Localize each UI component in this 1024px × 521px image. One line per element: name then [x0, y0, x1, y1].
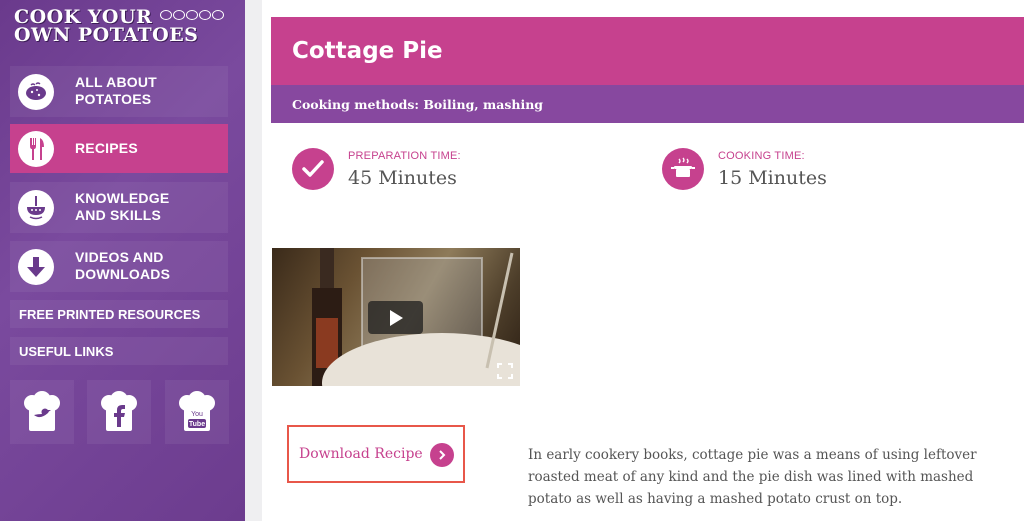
nav-label: RECIPES [75, 140, 138, 156]
nav-label: VIDEOS AND DOWNLOADS [75, 249, 171, 282]
page-title: Cottage Pie [292, 38, 443, 64]
recipe-header: Cottage Pie [271, 17, 1024, 85]
recipe-video[interactable] [272, 248, 520, 386]
fullscreen-icon[interactable] [496, 362, 514, 380]
sidebar: COOK YOUR OWN POTATOES ALL ABOUT POTATOES… [0, 0, 245, 521]
svg-text:You: You [191, 411, 203, 418]
nav-all-about-potatoes[interactable]: ALL ABOUT POTATOES [10, 66, 228, 117]
recipe-description: In early cookery books, cottage pie was … [528, 447, 977, 507]
youtube-link[interactable]: You Tube [165, 380, 229, 444]
checkmark-icon [292, 148, 334, 190]
play-button[interactable] [368, 301, 423, 334]
cooking-pot-icon [662, 148, 704, 190]
nav-recipes[interactable]: RECIPES [10, 124, 228, 173]
svg-text:Tube: Tube [189, 421, 205, 428]
nav-label: KNOWLEDGE AND SKILLS [75, 190, 170, 223]
masher-icon [18, 189, 54, 226]
logo-potatoes-icon [160, 10, 224, 20]
download-recipe-label: Download Recipe [299, 446, 423, 462]
nav-free-printed-resources[interactable]: FREE PRINTED RESOURCES [10, 300, 228, 328]
cutlery-icon [18, 130, 54, 167]
cooking-methods-bar: Cooking methods: Boiling, mashing [271, 85, 1024, 123]
chevron-right-icon [430, 443, 454, 467]
potato-icon [18, 73, 54, 110]
play-icon [389, 309, 403, 326]
download-recipe-button[interactable]: Download Recipe [287, 425, 465, 483]
facebook-icon [101, 391, 137, 431]
prep-time-label: PREPARATION TIME: [348, 150, 461, 162]
cook-time-label: COOKING TIME: [718, 150, 805, 162]
nav-useful-links[interactable]: USEFUL LINKS [10, 337, 228, 365]
logo-line2: OWN POTATOES [14, 24, 199, 46]
nav-label: ALL ABOUT POTATOES [75, 74, 157, 107]
twitter-link[interactable] [10, 380, 74, 444]
youtube-icon: You Tube [179, 391, 215, 431]
prep-time-value: 45 Minutes [348, 167, 457, 189]
site-logo[interactable]: COOK YOUR OWN POTATOES [14, 8, 234, 48]
nav-videos-and-downloads[interactable]: VIDEOS AND DOWNLOADS [10, 241, 228, 292]
twitter-icon [24, 391, 60, 431]
cooking-methods: Cooking methods: Boiling, mashing [292, 97, 544, 112]
download-arrow-icon [18, 248, 54, 285]
facebook-link[interactable] [87, 380, 151, 444]
nav-knowledge-and-skills[interactable]: KNOWLEDGE AND SKILLS [10, 182, 228, 233]
cook-time-value: 15 Minutes [718, 167, 827, 189]
